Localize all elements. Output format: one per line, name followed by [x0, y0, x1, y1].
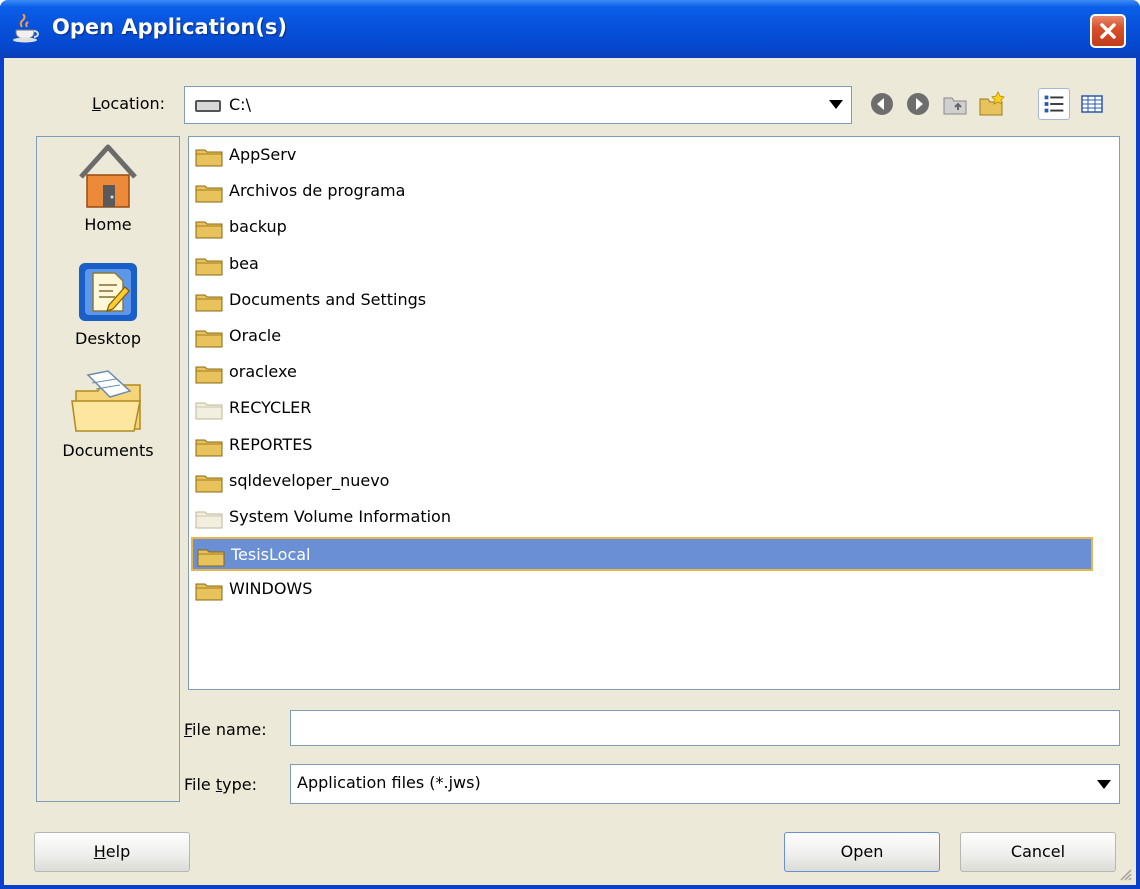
open-button[interactable]: Open: [784, 832, 940, 872]
place-home-label: Home: [84, 215, 132, 234]
place-desktop-label: Desktop: [75, 329, 141, 348]
java-cup-icon: [13, 14, 39, 43]
close-button[interactable]: [1090, 14, 1126, 48]
folder-row[interactable]: System Volume Information: [191, 501, 1093, 535]
folder-row[interactable]: TesisLocal: [191, 537, 1093, 572]
folder-icon: [195, 330, 223, 348]
place-documents-label: Documents: [62, 441, 154, 460]
folder-name: Documents and Settings: [229, 289, 427, 309]
folder-name: Archivos de programa: [229, 181, 406, 201]
places-sidebar: Home Desktop Documents: [36, 136, 180, 802]
location-value: C:\: [229, 95, 251, 114]
file-list[interactable]: AppServ Archivos de programa backup bea Docu…: [188, 136, 1120, 690]
folder-icon: [195, 258, 223, 276]
folder-row[interactable]: Archivos de programa: [191, 175, 1093, 209]
desktop-icon: [79, 263, 137, 321]
file-name-input[interactable]: [291, 711, 1119, 745]
file-name-field[interactable]: [290, 710, 1120, 746]
folder-name: sqldeveloper_nuevo: [229, 470, 390, 490]
folder-name: AppServ: [229, 145, 297, 164]
open-application-dialog: Open Application(s) Location: C:\ Home D…: [0, 0, 1140, 889]
file-type-value: Application files (*.jws): [297, 773, 481, 792]
back-icon[interactable]: [866, 88, 898, 120]
folder-name: backup: [229, 217, 287, 237]
details-view-icon[interactable]: [1076, 88, 1108, 120]
folder-icon: [195, 402, 223, 420]
new-folder-icon[interactable]: [976, 88, 1008, 120]
folder-icon: [195, 583, 223, 601]
folder-name: System Volume Information: [229, 507, 451, 526]
up-folder-icon[interactable]: [940, 88, 972, 120]
folder-icon: [195, 221, 223, 239]
folder-row[interactable]: sqldeveloper_nuevo: [191, 465, 1093, 499]
title-bar[interactable]: Open Application(s): [0, 0, 1140, 58]
home-icon: [79, 144, 137, 208]
folder-row[interactable]: bea: [191, 248, 1093, 282]
list-view-icon[interactable]: [1038, 88, 1070, 120]
chevron-down-icon[interactable]: [1097, 780, 1111, 789]
folder-name: Oracle: [229, 326, 282, 345]
folder-row[interactable]: Documents and Settings: [191, 284, 1093, 318]
close-icon: [1100, 23, 1116, 39]
help-button[interactable]: Help: [34, 832, 190, 872]
resize-grip-icon[interactable]: [1118, 867, 1132, 881]
folder-name: REPORTES: [229, 434, 313, 454]
folder-name: RECYCLER: [229, 398, 312, 418]
folder-icon: [195, 149, 223, 167]
file-type-select[interactable]: Application files (*.jws): [290, 764, 1120, 804]
folder-icon: [195, 475, 223, 493]
folder-row[interactable]: REPORTES: [191, 429, 1093, 463]
folder-row[interactable]: backup: [191, 211, 1093, 245]
folder-name: WINDOWS: [229, 579, 313, 599]
documents-icon: [71, 370, 141, 432]
file-type-label: File type:: [184, 775, 257, 794]
folder-name: TesisLocal: [231, 545, 311, 565]
chevron-down-icon[interactable]: [829, 100, 843, 109]
folder-row[interactable]: AppServ: [191, 139, 1093, 173]
folder-icon: [195, 511, 223, 529]
drive-icon: [195, 100, 221, 112]
folder-row[interactable]: RECYCLER: [191, 392, 1093, 426]
folder-icon: [195, 185, 223, 203]
place-documents[interactable]: Documents: [37, 367, 179, 460]
place-home[interactable]: Home: [37, 141, 179, 234]
location-combo[interactable]: C:\: [184, 86, 852, 124]
folder-icon: [197, 549, 225, 567]
folder-name: bea: [229, 253, 259, 273]
file-name-label: File name:: [184, 720, 267, 739]
folder-name: oraclexe: [229, 362, 297, 382]
dialog-title: Open Application(s): [52, 15, 288, 39]
folder-row[interactable]: Oracle: [191, 320, 1093, 354]
folder-row[interactable]: oraclexe: [191, 356, 1093, 390]
forward-icon[interactable]: [902, 88, 934, 120]
folder-icon: [195, 294, 223, 312]
folder-icon: [195, 439, 223, 457]
location-label: Location:: [92, 94, 166, 113]
cancel-button[interactable]: Cancel: [960, 832, 1116, 872]
place-desktop[interactable]: Desktop: [37, 259, 179, 348]
folder-row[interactable]: WINDOWS: [191, 573, 1093, 607]
folder-icon: [195, 366, 223, 384]
